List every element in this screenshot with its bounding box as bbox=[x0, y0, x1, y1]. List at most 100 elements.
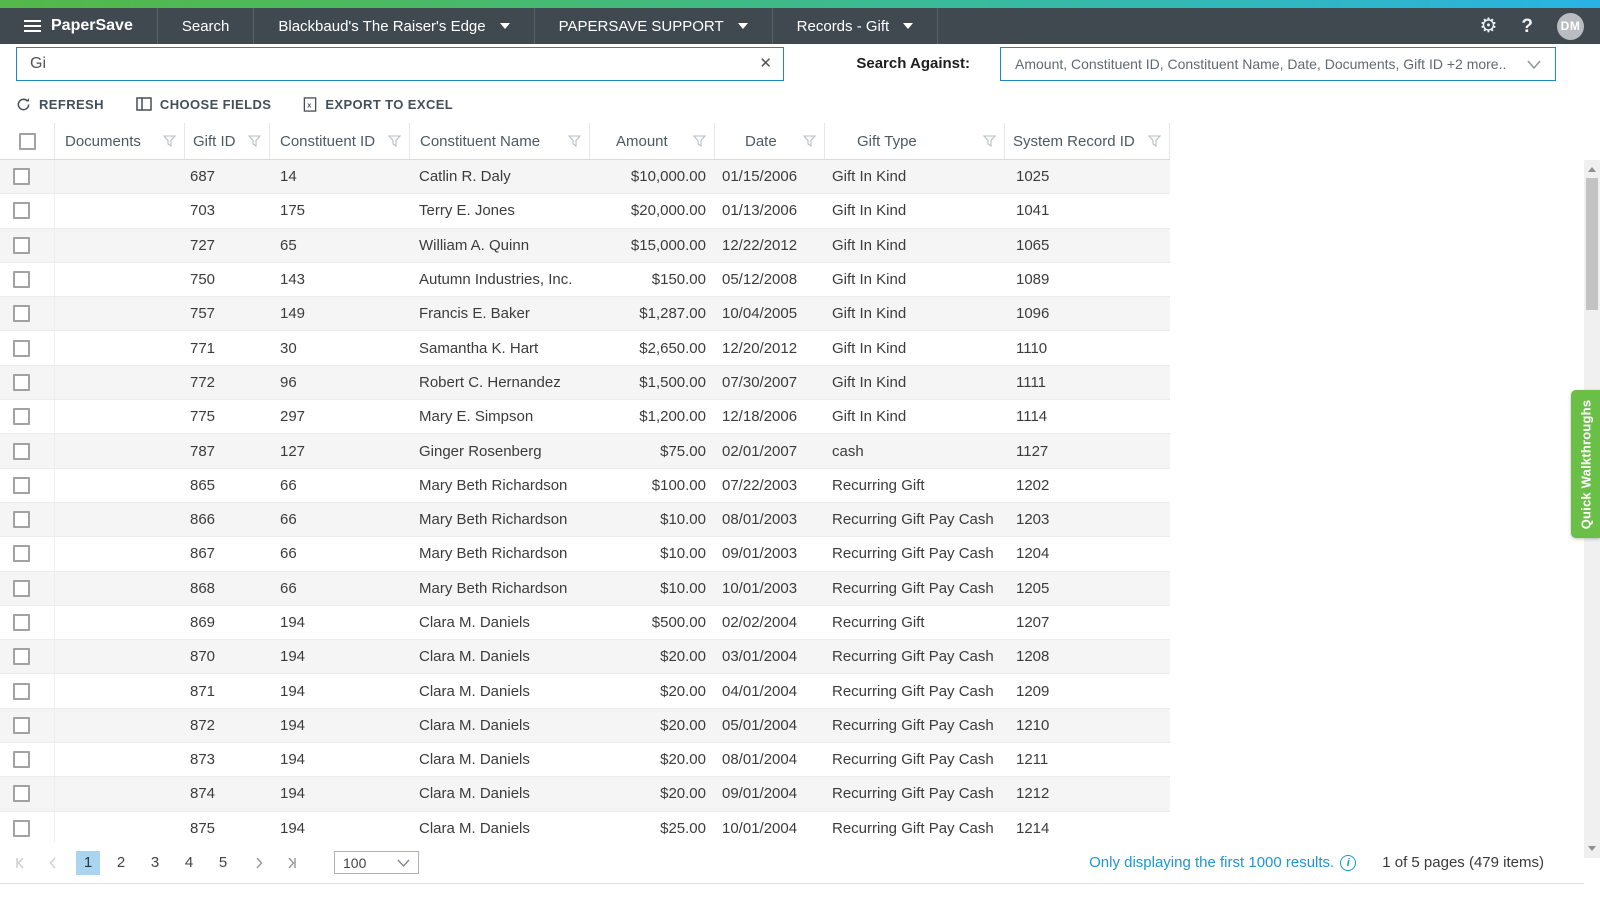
scroll-down-icon[interactable] bbox=[1588, 846, 1596, 851]
row-checkbox[interactable] bbox=[13, 648, 30, 665]
cell-constituent-name: Samantha K. Hart bbox=[410, 340, 590, 357]
table-row[interactable]: 86766Mary Beth Richardson$10.0009/01/200… bbox=[0, 537, 1170, 571]
filter-funnel-icon[interactable] bbox=[983, 135, 996, 147]
row-checkbox[interactable] bbox=[13, 751, 30, 768]
row-checkbox[interactable] bbox=[13, 580, 30, 597]
row-checkbox[interactable] bbox=[13, 717, 30, 734]
row-checkbox[interactable] bbox=[13, 511, 30, 528]
table-row[interactable]: 870194Clara M. Daniels$20.0003/01/2004Re… bbox=[0, 640, 1170, 674]
table-row[interactable]: 77130Samantha K. Hart$2,650.0012/20/2012… bbox=[0, 331, 1170, 365]
table-row[interactable]: 72765William A. Quinn$15,000.0012/22/201… bbox=[0, 229, 1170, 263]
column-header-label: Gift Type bbox=[857, 133, 983, 150]
filter-funnel-icon[interactable] bbox=[388, 135, 401, 147]
page-button-1[interactable]: 1 bbox=[76, 851, 100, 875]
row-checkbox[interactable] bbox=[13, 545, 30, 562]
row-checkbox[interactable] bbox=[13, 237, 30, 254]
next-page-button[interactable] bbox=[246, 851, 272, 875]
cell-constituent-id: 175 bbox=[270, 202, 410, 219]
cell-constituent-name: Mary E. Simpson bbox=[410, 408, 590, 425]
nav-item-papersave-support[interactable]: PAPERSAVE SUPPORT bbox=[535, 8, 773, 44]
scroll-up-icon[interactable] bbox=[1588, 167, 1596, 172]
table-row[interactable]: 703175Terry E. Jones$20,000.0001/13/2006… bbox=[0, 194, 1170, 228]
cell-gift-type: Recurring Gift bbox=[825, 477, 1005, 494]
table-row[interactable]: 86666Mary Beth Richardson$10.0008/01/200… bbox=[0, 503, 1170, 537]
first-page-button[interactable] bbox=[8, 851, 34, 875]
page-size-select[interactable]: 100 bbox=[334, 851, 419, 874]
column-header-constituent-id[interactable]: Constituent ID bbox=[270, 123, 410, 159]
table-row[interactable]: 86566Mary Beth Richardson$100.0007/22/20… bbox=[0, 469, 1170, 503]
row-checkbox[interactable] bbox=[13, 340, 30, 357]
page-button-5[interactable]: 5 bbox=[210, 851, 236, 875]
filter-funnel-icon[interactable] bbox=[1148, 135, 1161, 147]
select-all-checkbox[interactable] bbox=[19, 133, 36, 150]
results-limit-link[interactable]: Only displaying the first 1000 results. … bbox=[1089, 854, 1356, 871]
gear-icon[interactable]: ⚙ bbox=[1479, 16, 1497, 36]
cell-gift-type: Gift In Kind bbox=[825, 237, 1005, 254]
scrollbar-thumb[interactable] bbox=[1586, 178, 1598, 310]
nav-item-records-gift[interactable]: Records - Gift bbox=[773, 8, 939, 44]
column-header-label: Date bbox=[745, 133, 803, 150]
table-row[interactable]: 757149Francis E. Baker$1,287.0010/04/200… bbox=[0, 297, 1170, 331]
table-row[interactable]: 871194Clara M. Daniels$20.0004/01/2004Re… bbox=[0, 674, 1170, 708]
row-checkbox[interactable] bbox=[13, 477, 30, 494]
row-checkbox[interactable] bbox=[13, 820, 30, 837]
row-checkbox[interactable] bbox=[13, 271, 30, 288]
nav-item-raisers-edge[interactable]: Blackbaud's The Raiser's Edge bbox=[254, 8, 534, 44]
column-header-gift-type[interactable]: Gift Type bbox=[825, 123, 1005, 159]
help-icon[interactable]: ? bbox=[1521, 17, 1533, 36]
page-button-3[interactable]: 3 bbox=[142, 851, 168, 875]
page-button-4[interactable]: 4 bbox=[176, 851, 202, 875]
quick-walkthroughs-tab[interactable]: Quick Walkthroughs bbox=[1571, 390, 1600, 538]
filter-funnel-icon[interactable] bbox=[693, 135, 706, 147]
row-checkbox[interactable] bbox=[13, 408, 30, 425]
column-header-system-record-id[interactable]: System Record ID bbox=[1005, 123, 1170, 159]
column-header-gift-id[interactable]: Gift ID bbox=[185, 123, 270, 159]
row-checkbox[interactable] bbox=[13, 168, 30, 185]
cell-date: 10/01/2004 bbox=[715, 820, 825, 837]
footer-right: Only displaying the first 1000 results. … bbox=[1089, 854, 1584, 871]
table-row[interactable]: 869194Clara M. Daniels$500.0002/02/2004R… bbox=[0, 606, 1170, 640]
choose-fields-button[interactable]: CHOOSE FIELDS bbox=[136, 97, 271, 112]
search-against-dropdown[interactable]: Amount, Constituent ID, Constituent Name… bbox=[1000, 47, 1556, 81]
search-input[interactable] bbox=[16, 47, 784, 81]
export-to-excel-button[interactable]: x EXPORT TO EXCEL bbox=[303, 97, 453, 112]
column-header-constituent-name[interactable]: Constituent Name bbox=[410, 123, 590, 159]
row-checkbox[interactable] bbox=[13, 785, 30, 802]
table-row[interactable]: 750143Autumn Industries, Inc.$150.0005/1… bbox=[0, 263, 1170, 297]
filter-funnel-icon[interactable] bbox=[163, 135, 176, 147]
page-button-2[interactable]: 2 bbox=[108, 851, 134, 875]
column-header-documents[interactable]: Documents bbox=[55, 123, 185, 159]
prev-page-button[interactable] bbox=[40, 851, 66, 875]
table-row[interactable]: 873194Clara M. Daniels$20.0008/01/2004Re… bbox=[0, 743, 1170, 777]
row-checkbox[interactable] bbox=[13, 614, 30, 631]
cell-constituent-name: Clara M. Daniels bbox=[410, 648, 590, 665]
table-row[interactable]: 875194Clara M. Daniels$25.0010/01/2004Re… bbox=[0, 812, 1170, 842]
table-row[interactable]: 775297Mary E. Simpson$1,200.0012/18/2006… bbox=[0, 400, 1170, 434]
avatar[interactable]: DM bbox=[1557, 13, 1584, 40]
nav-item-search[interactable]: Search bbox=[158, 8, 255, 44]
search-against-value: Amount, Constituent ID, Constituent Name… bbox=[1015, 56, 1519, 72]
table-row[interactable]: 872194Clara M. Daniels$20.0005/01/2004Re… bbox=[0, 709, 1170, 743]
cell-date: 10/04/2005 bbox=[715, 305, 825, 322]
filter-funnel-icon[interactable] bbox=[803, 135, 816, 147]
column-header-date[interactable]: Date bbox=[715, 123, 825, 159]
table-row[interactable]: 68714Catlin R. Daly$10,000.0001/15/2006G… bbox=[0, 160, 1170, 194]
filter-funnel-icon[interactable] bbox=[248, 135, 261, 147]
info-icon[interactable]: i bbox=[1340, 855, 1356, 871]
row-checkbox[interactable] bbox=[13, 443, 30, 460]
refresh-button[interactable]: REFRESH bbox=[16, 97, 104, 112]
table-row[interactable]: 874194Clara M. Daniels$20.0009/01/2004Re… bbox=[0, 777, 1170, 811]
nav-papersave-menu[interactable]: PaperSave bbox=[0, 8, 158, 44]
table-row[interactable]: 86866Mary Beth Richardson$10.0010/01/200… bbox=[0, 572, 1170, 606]
column-header-amount[interactable]: Amount bbox=[590, 123, 715, 159]
row-checkbox[interactable] bbox=[13, 374, 30, 391]
row-checkbox[interactable] bbox=[13, 305, 30, 322]
table-row[interactable]: 787127Ginger Rosenberg$75.0002/01/2007ca… bbox=[0, 434, 1170, 468]
nav-item-label: Blackbaud's The Raiser's Edge bbox=[278, 18, 485, 35]
row-checkbox[interactable] bbox=[13, 683, 30, 700]
row-checkbox[interactable] bbox=[13, 202, 30, 219]
last-page-button[interactable] bbox=[278, 851, 304, 875]
filter-funnel-icon[interactable] bbox=[568, 135, 581, 147]
clear-search-icon[interactable]: ✕ bbox=[759, 54, 772, 72]
table-row[interactable]: 77296Robert C. Hernandez$1,500.0007/30/2… bbox=[0, 366, 1170, 400]
